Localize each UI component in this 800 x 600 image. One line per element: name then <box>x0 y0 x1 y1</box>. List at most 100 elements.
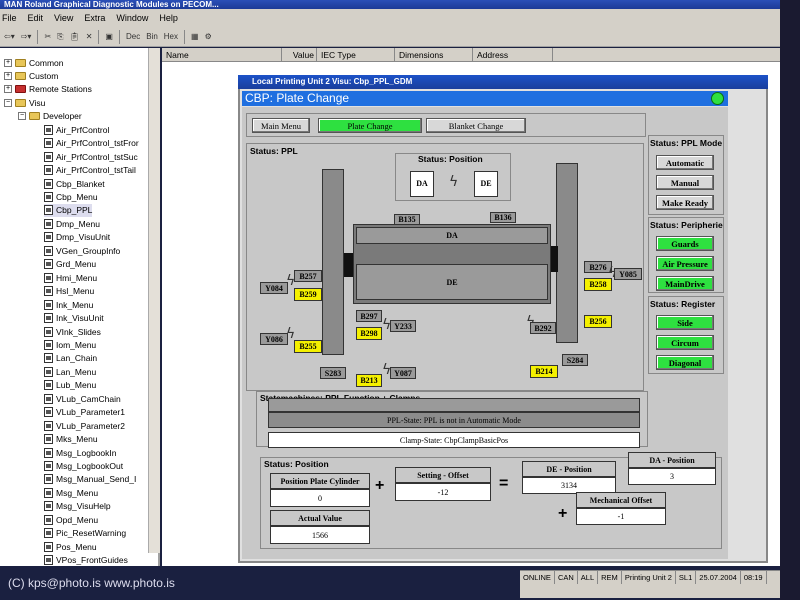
tree-item[interactable]: VPos_FrontGuides <box>44 554 128 566</box>
tree-item[interactable]: + Remote Stations <box>4 83 92 96</box>
toolbar-separator <box>118 29 120 44</box>
tree-item-label: Lan_Chain <box>56 353 98 364</box>
forward-arrow-icon[interactable]: ⇨▾ <box>21 32 32 41</box>
tree-item[interactable]: VLub_Parameter1 <box>44 406 125 419</box>
tree-item[interactable]: VGen_GroupInfo <box>44 244 120 257</box>
tree-item[interactable]: Air_PrfControl <box>44 123 109 136</box>
tree-item[interactable]: VLub_Parameter2 <box>44 419 125 432</box>
position-de-indicator: DE <box>474 171 498 197</box>
actual-value-label: Actual Value <box>270 510 370 526</box>
tree-item[interactable]: VLub_CamChain <box>44 392 121 405</box>
blanket-change-button[interactable]: Blanket Change <box>426 118 526 133</box>
tree-item[interactable]: Lub_Menu <box>44 379 96 392</box>
menu-help[interactable]: Help <box>159 13 178 23</box>
col-dimensions[interactable]: Dimensions <box>395 48 473 61</box>
status-online: ONLINE <box>520 571 555 584</box>
tree-item[interactable]: Air_PrfControl_tstFror <box>44 137 139 150</box>
tree-item[interactable]: Cbp_Menu <box>44 191 98 204</box>
tree-item[interactable]: Msg_Menu <box>44 486 98 499</box>
tree-item[interactable]: Dmp_VisuUnit <box>44 231 110 244</box>
menu-edit[interactable]: Edit <box>28 13 44 23</box>
tree-item-label: Ink_Menu <box>56 299 94 310</box>
tree-item[interactable]: Msg_LogbookOut <box>44 460 123 473</box>
tree-item[interactable]: Mks_Menu <box>44 433 98 446</box>
tree-item[interactable]: Msg_VisuHelp <box>44 500 111 513</box>
tree-item[interactable]: Ink_VisuUnit <box>44 312 104 325</box>
tree-item[interactable]: Air_PrfControl_tstTail <box>44 164 136 177</box>
status-bar: ONLINE CAN ALL REM Printing Unit 2 SL1 2… <box>520 570 780 584</box>
menu-view[interactable]: View <box>54 13 73 23</box>
tree-item-label: VLub_Parameter1 <box>56 407 125 418</box>
tree-item[interactable]: Cbp_PPL <box>44 203 93 217</box>
tools-icon[interactable]: ⚙ <box>205 32 212 41</box>
tree-item-label: Pic_ResetWarning <box>56 528 127 539</box>
equals-sign: = <box>499 475 509 492</box>
tree-item[interactable]: Hsl_Menu <box>44 285 94 298</box>
tree-item[interactable]: Grd_Menu <box>44 258 96 271</box>
tree-item[interactable]: Pic_ResetWarning <box>44 527 126 540</box>
valve-y233: Y233 <box>390 320 416 332</box>
position-da-indicator: DA <box>410 171 434 197</box>
expand-toggle-icon[interactable]: − <box>18 112 26 121</box>
tree-item[interactable]: − Developer <box>18 110 82 123</box>
document-icon <box>44 407 53 418</box>
clamp-state-field: Clamp-State: CbpClampBasicPos <box>268 432 640 448</box>
document-icon <box>44 165 53 176</box>
document-icon <box>44 192 53 202</box>
tree-item[interactable]: Hmi_Menu <box>44 271 97 284</box>
col-name[interactable]: Name <box>162 48 282 61</box>
back-arrow-icon[interactable]: ⇦▾ <box>4 32 15 41</box>
expand-toggle-icon[interactable]: + <box>4 85 12 94</box>
col-iec-type[interactable]: IEC Type <box>317 48 395 61</box>
menu-extra[interactable]: Extra <box>84 13 105 23</box>
document-icon <box>44 487 53 498</box>
tree-item[interactable]: + Custom <box>4 69 58 82</box>
tree-scrollbar[interactable] <box>148 48 160 553</box>
expand-toggle-icon[interactable]: + <box>4 71 12 80</box>
document-icon <box>44 474 53 485</box>
tree-item[interactable]: Air_PrfControl_tstSuc <box>44 150 138 163</box>
tree-item-label: Cbp_PPL <box>56 205 93 216</box>
delete-icon[interactable]: ✕ <box>86 32 93 41</box>
make-ready-button[interactable]: Make Ready <box>656 195 714 210</box>
tree-item[interactable]: VInk_Slides <box>44 325 101 338</box>
tree-item[interactable]: Lan_Chain <box>44 352 97 365</box>
tree-item-label: VLub_CamChain <box>56 393 121 404</box>
menu-window[interactable]: Window <box>116 13 148 23</box>
menu-file[interactable]: File <box>2 13 17 23</box>
col-address[interactable]: Address <box>473 48 553 61</box>
tree-item[interactable]: Pos_Menu <box>44 540 97 553</box>
tree-item[interactable]: Msg_LogbookIn <box>44 446 117 459</box>
tree-item-label: Air_PrfControl <box>56 124 110 135</box>
paste-icon[interactable]: 📋︎ <box>70 32 80 41</box>
tree-item[interactable]: Opd_Menu <box>44 513 98 526</box>
setting-offset-label: Setting - Offset <box>395 467 491 483</box>
col-value[interactable]: Value <box>282 48 317 61</box>
tree-item[interactable]: Iom_Menu <box>44 338 96 351</box>
cut-icon[interactable]: ✂ <box>44 32 51 41</box>
properties-icon[interactable]: ▣ <box>105 32 113 41</box>
copy-icon[interactable]: ⎘ <box>57 32 63 42</box>
bin-button[interactable]: Bin <box>146 32 158 41</box>
da-position-label: DA - Position <box>628 452 716 468</box>
tree-item-label: VPos_FrontGuides <box>56 555 128 566</box>
manual-button[interactable]: Manual <box>656 175 714 190</box>
tree-item[interactable]: Lan_Menu <box>44 365 96 378</box>
tree-item[interactable]: − Visu <box>4 96 45 109</box>
grid-icon[interactable]: ▦ <box>191 32 199 41</box>
plate-change-button[interactable]: Plate Change <box>318 118 422 133</box>
tree-item[interactable]: Ink_Menu <box>44 298 93 311</box>
expand-toggle-icon[interactable]: + <box>4 58 12 67</box>
sensor-b136: B136 <box>490 212 516 223</box>
automatic-button[interactable]: Automatic <box>656 155 714 170</box>
tree-item[interactable]: Cbp_Blanket <box>44 177 105 190</box>
app-title-bar: MAN Roland Graphical Diagnostic Modules … <box>0 0 780 9</box>
dec-button[interactable]: Dec <box>126 32 140 41</box>
toolbar: ⇦▾ ⇨▾ ✂ ⎘ 📋︎ ✕ ▣ Dec Bin Hex ▦ ⚙ <box>0 27 780 47</box>
tree-item[interactable]: Msg_Manual_Send_I <box>44 473 136 486</box>
expand-toggle-icon[interactable]: − <box>4 98 12 107</box>
tree-item[interactable]: + Common <box>4 56 63 69</box>
tree-item[interactable]: Dmp_Menu <box>44 217 100 230</box>
main-menu-button[interactable]: Main Menu <box>252 118 310 133</box>
hex-button[interactable]: Hex <box>164 32 178 41</box>
